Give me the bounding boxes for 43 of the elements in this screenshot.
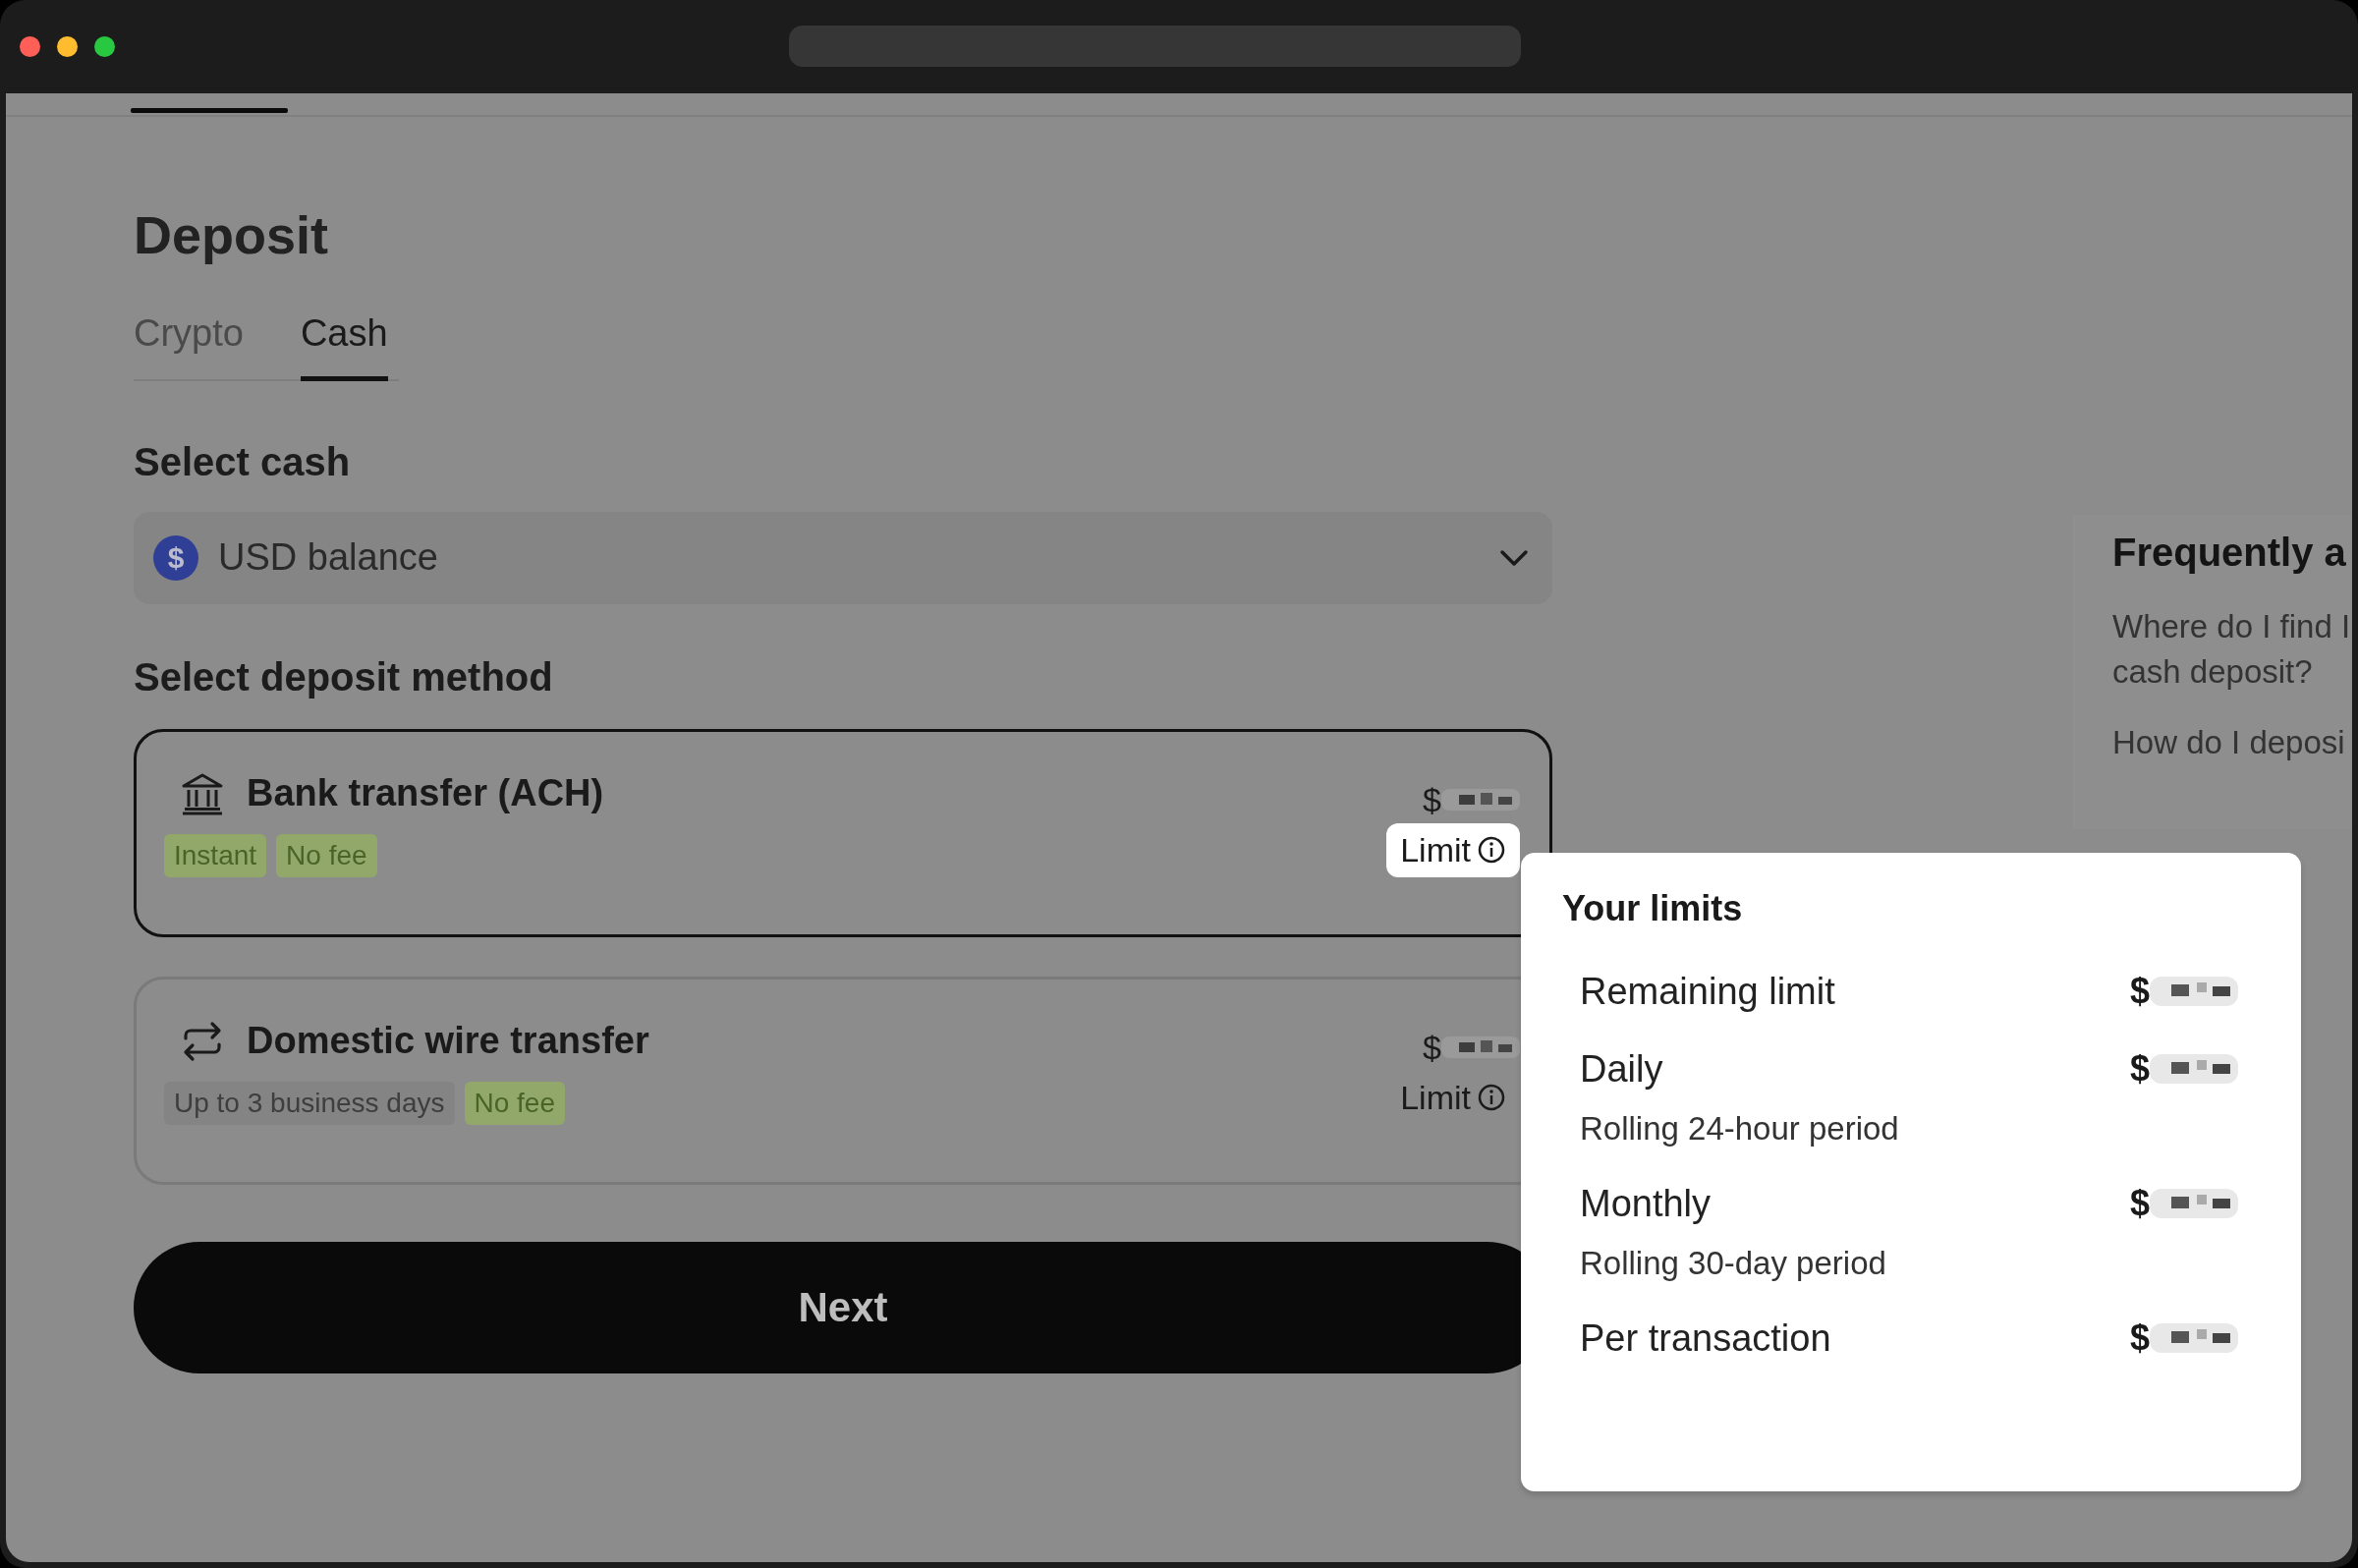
maximize-window-button[interactable]: [94, 36, 115, 57]
dollar-coin-icon: $: [153, 534, 198, 581]
redacted-amount-icon: [2150, 1187, 2238, 1220]
deposit-method-card[interactable]: Bank transfer (ACH) Instant No fee $ Limit: [134, 728, 1552, 937]
limit-period: Rolling 24-hour period: [1580, 1110, 1899, 1148]
limit-amount: $: [2129, 1048, 2150, 1090]
cash-dropdown[interactable]: $ USD balance: [134, 511, 1552, 604]
redacted-amount-icon: [2150, 1321, 2238, 1355]
faq-question[interactable]: Where do I find I: [2112, 608, 2352, 645]
page-title: Deposit: [134, 204, 330, 266]
faq-question[interactable]: How do I deposi: [2112, 724, 2352, 761]
tag: No fee: [464, 1081, 565, 1125]
method-name: Domestic wire transfer: [247, 1020, 649, 1063]
limit-label: Remaining limit: [1580, 971, 1835, 1013]
limit-amount: $: [2129, 971, 2150, 1012]
amount-text: $: [1423, 1028, 1441, 1067]
redacted-amount-icon: [2150, 975, 2238, 1008]
limit-amount: $: [2129, 1317, 2150, 1359]
amount-text: $: [1423, 780, 1441, 819]
close-window-button[interactable]: [20, 36, 40, 57]
faq-heading: Frequently a: [2112, 531, 2347, 575]
redacted-amount-icon: [2150, 1052, 2238, 1086]
tab[interactable]: Cash: [300, 311, 388, 381]
tag: No fee: [276, 833, 377, 877]
limit-period: Rolling 30-day period: [1580, 1245, 1886, 1282]
chevron-down-icon: [1499, 547, 1529, 568]
tag: Up to 3 business days: [164, 1081, 455, 1125]
limit-amount: $: [2129, 1183, 2150, 1224]
section-heading: Select cash: [134, 439, 352, 484]
tab[interactable]: Crypto: [134, 311, 244, 381]
section-heading: Select deposit method: [134, 654, 554, 700]
method-name: Bank transfer (ACH): [247, 772, 604, 815]
limit-label: Per transaction: [1580, 1317, 1831, 1360]
tag: Instant: [164, 833, 267, 877]
limit-button[interactable]: Limit: [1386, 822, 1520, 877]
limit-label: Daily: [1580, 1048, 1664, 1091]
faq-question[interactable]: cash deposit?: [2112, 653, 2352, 691]
info-icon: [1477, 835, 1506, 866]
popup-title: Your limits: [1562, 888, 1744, 929]
info-icon: [1477, 1083, 1506, 1113]
limit-button[interactable]: Limit: [1386, 1070, 1520, 1125]
limit-label: Monthly: [1580, 1183, 1712, 1225]
minimize-window-button[interactable]: [57, 36, 78, 57]
